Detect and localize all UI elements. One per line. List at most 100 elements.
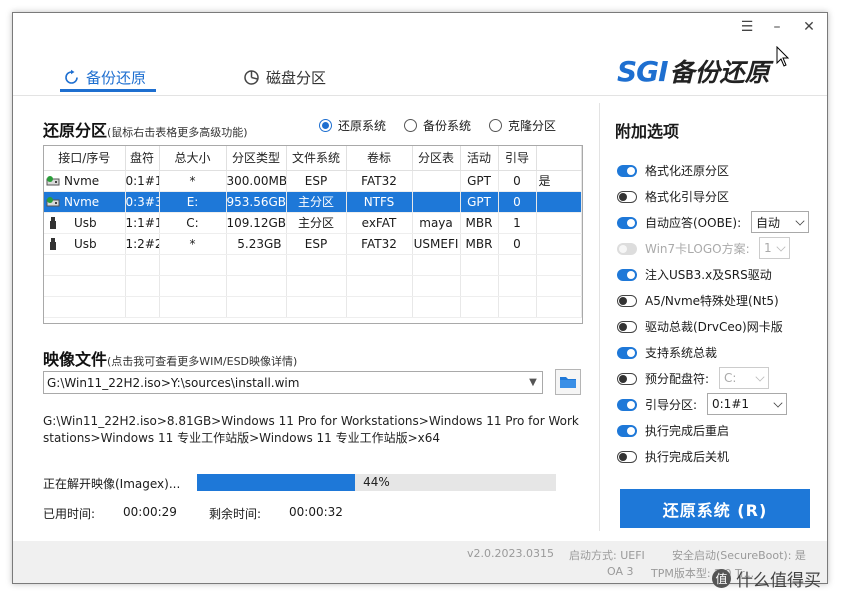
radio-indicator [404, 119, 418, 132]
status-footer: v2.0.2023.0315 启动方式: UEFI 安全启动(SecureBoo… [13, 541, 827, 583]
option-oobe[interactable]: 自动应答(OOBE): [617, 214, 741, 231]
column-header[interactable]: 盘符 [125, 146, 160, 171]
chevron-down-icon[interactable]: ▼ [524, 372, 542, 393]
radio-restore-system[interactable]: 还原系统 [319, 117, 386, 134]
drive-letter-select[interactable]: C: [719, 367, 769, 389]
toggle-switch[interactable] [617, 268, 637, 281]
column-header-filler [536, 146, 582, 171]
cell-size: 5.23GB [226, 233, 287, 255]
select-value: 自动 [756, 215, 781, 230]
option-label: 执行完成后关机 [645, 450, 730, 464]
cell-interface: Nvme [44, 191, 126, 213]
nvme-drive-icon [46, 197, 60, 207]
image-path-select[interactable]: G:\Win11_22H2.iso>Y:\sources\install.wim… [43, 371, 543, 394]
option-format-boot[interactable]: 格式化引导分区 [617, 188, 729, 205]
cell-active: 1 [498, 212, 537, 234]
logo-brand: SGI [617, 54, 669, 88]
toggle-switch[interactable] [617, 190, 637, 203]
column-header[interactable]: 活动 [460, 146, 499, 171]
close-button[interactable]: ✕ [797, 17, 821, 37]
toggle-switch[interactable] [617, 164, 637, 177]
cell-label [412, 191, 461, 213]
column-header[interactable]: 引导 [498, 146, 537, 171]
cell-active: 0 [498, 170, 537, 192]
option-restart-after[interactable]: 执行完成后重启 [617, 422, 729, 439]
toggle-switch[interactable] [617, 398, 637, 411]
win7-logo-select: 1 [759, 237, 790, 259]
tab-backup-restore[interactable]: 备份还原 [63, 65, 146, 89]
toggle-switch[interactable] [617, 372, 637, 385]
browse-folder-button[interactable] [555, 369, 581, 395]
toggle-switch[interactable] [617, 320, 637, 333]
radio-backup-system[interactable]: 备份系统 [404, 117, 471, 134]
cell-table: GPT [460, 191, 499, 213]
toggle-switch[interactable] [617, 450, 637, 463]
radio-label: 还原系统 [338, 119, 387, 133]
table-row[interactable]: Nvme 0:1#1 * 300.00MB ESP FAT32 GPT 0 是 [44, 170, 582, 192]
table-row[interactable]: Usb 1:1#1 C: 109.12GB 主分区 exFAT maya MBR… [44, 212, 582, 234]
column-header[interactable]: 分区表 [412, 146, 461, 171]
cell-table: GPT [460, 170, 499, 192]
options-title: 附加选项 [615, 122, 680, 141]
usb-icon [50, 238, 56, 250]
option-usb3-drivers[interactable]: 注入USB3.x及SRS驱动 [617, 266, 772, 283]
panel-divider [599, 103, 600, 531]
option-label: 驱动总裁(DrvCeo)网卡版 [645, 320, 783, 334]
cell-size: 109.12GB [226, 212, 287, 234]
option-preassign-letter[interactable]: 预分配盘符: [617, 370, 709, 387]
toggle-switch[interactable] [617, 424, 637, 437]
cell-index: 0:3#3 [125, 191, 160, 213]
option-nvme-nt5[interactable]: A5/Nvme特殊处理(Nt5) [617, 292, 779, 309]
option-label: 支持系统总裁 [645, 346, 718, 360]
section-title: 映像文件 [43, 350, 108, 369]
image-file-title[interactable]: 映像文件(点击我可查看更多WIM/ESD映像详情) [43, 346, 297, 370]
partition-table[interactable]: 接口/序号 盘符 总大小 分区类型 文件系统 卷标 分区表 活动 引导 Nvme [43, 145, 583, 324]
backup-restore-icon [65, 69, 78, 84]
oobe-select[interactable]: 自动 [751, 211, 809, 233]
column-header[interactable]: 分区类型 [226, 146, 287, 171]
cell-label: USMEFI [412, 233, 461, 255]
table-row-selected[interactable]: Nvme 0:3#3 E: 953.56GB 主分区 NTFS GPT 0 [44, 191, 582, 213]
minimize-button[interactable]: – [765, 17, 789, 37]
usb-icon [50, 217, 56, 229]
cell-fs: exFAT [346, 212, 413, 234]
toggle-switch[interactable] [617, 294, 637, 307]
cell-boot: 是 [536, 170, 582, 192]
cell-fs: FAT32 [346, 170, 413, 192]
option-format-restore[interactable]: 格式化还原分区 [617, 162, 729, 179]
option-drvceo[interactable]: 驱动总裁(DrvCeo)网卡版 [617, 318, 783, 335]
select-value: 1 [764, 241, 772, 255]
active-tab-indicator [60, 89, 156, 92]
cell-fs: NTFS [346, 191, 413, 213]
option-label: 预分配盘符: [645, 372, 710, 386]
cell-boot [536, 191, 582, 213]
tab-disk-partition[interactable]: 磁盘分区 [243, 65, 326, 89]
oa-text: OA 3 [607, 565, 634, 578]
cell-interface: Nvme [44, 170, 126, 192]
table-row[interactable]: Usb 1:2#2 * 5.23GB ESP FAT32 USMEFI MBR … [44, 233, 582, 255]
column-header[interactable]: 文件系统 [286, 146, 347, 171]
menu-icon[interactable]: ☰ [735, 17, 759, 37]
table-row-empty [44, 254, 582, 276]
toggle-switch[interactable] [617, 346, 637, 359]
option-boot-partition[interactable]: 引导分区: [617, 396, 697, 413]
radio-clone-partition[interactable]: 克隆分区 [489, 117, 556, 134]
watermark-text: 什么值得买 [736, 571, 821, 591]
option-system-ceo[interactable]: 支持系统总裁 [617, 344, 717, 361]
boot-partition-select[interactable]: 0:1#1 [707, 393, 787, 415]
chevron-down-icon [755, 372, 765, 382]
column-header[interactable]: 总大小 [159, 146, 227, 171]
column-header[interactable]: 卷标 [346, 146, 413, 171]
option-label: 格式化还原分区 [645, 164, 730, 178]
cell-label: maya [412, 212, 461, 234]
watermark: 值 什么值得买 [712, 566, 821, 591]
option-shutdown-after[interactable]: 执行完成后关机 [617, 448, 729, 465]
option-label: 格式化引导分区 [645, 190, 730, 204]
cell-ptype: ESP [286, 233, 347, 255]
section-subtitle: (点击我可查看更多WIM/ESD映像详情) [107, 355, 298, 368]
version-text: v2.0.2023.0315 [467, 547, 554, 560]
toggle-switch[interactable] [617, 216, 637, 229]
column-header[interactable]: 接口/序号 [44, 146, 126, 171]
watermark-badge: 值 [712, 569, 731, 588]
restore-system-button[interactable]: 还原系统 (R) [620, 489, 810, 528]
